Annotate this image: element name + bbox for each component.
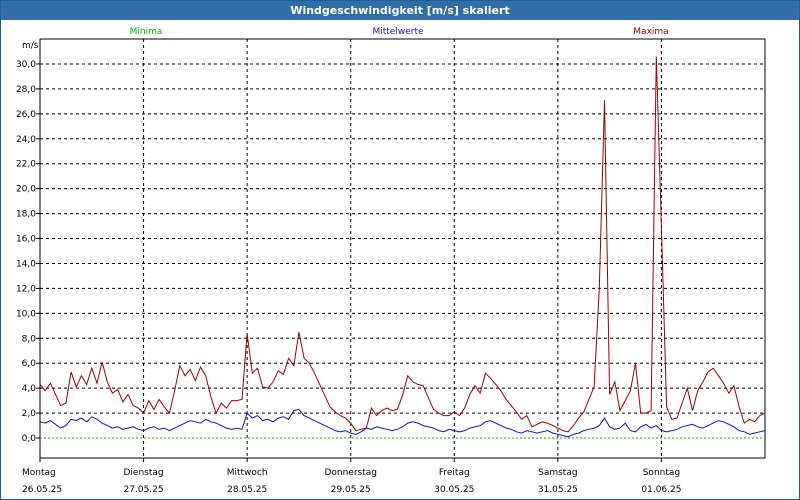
day-name-label: Freitag — [439, 468, 470, 478]
day-name-label: Dienstag — [124, 468, 164, 478]
y-tick-label: 6,0 — [22, 359, 37, 369]
day-name-label: Mittwoch — [227, 468, 268, 478]
wind-speed-chart: 0,0 2,0 4,0 6,0 8,0 10,0 12,0 14,0 16,0 18,0 20,0 2… — [16, 27, 766, 495]
day-date-label: 27.05.25 — [124, 485, 164, 495]
y-tick-label: 18,0 — [16, 210, 36, 220]
day-name-label: Samstag — [538, 468, 577, 478]
day-name-label: Donnerstag — [324, 468, 377, 478]
y-tick-label: 8,0 — [22, 334, 37, 344]
y-tick-label: 16,0 — [16, 235, 36, 245]
day-date-label: 01.06.25 — [641, 485, 681, 495]
y-tick-label: 14,0 — [16, 259, 36, 269]
day-date-label: 28.05.25 — [227, 485, 267, 495]
legend-maxima: Maxima — [633, 27, 668, 37]
y-tick-label: 20,0 — [16, 185, 36, 195]
legend-mittelwerte: Mittelwerte — [372, 27, 423, 37]
series-line-maxima — [39, 56, 766, 433]
y-axis-label: m/s — [22, 41, 39, 51]
day-date-label: 31.05.25 — [538, 485, 578, 495]
y-tick-label: 0,0 — [22, 434, 37, 444]
y-tick-label: 4,0 — [22, 384, 37, 394]
x-axis-days: Montag 26.05.25 Dienstag 27.05.25 Mittwoch 28… — [22, 458, 681, 495]
day-date-label: 26.05.25 — [22, 485, 62, 495]
y-tick-label: 30,0 — [16, 60, 36, 70]
day-name-label: Sonntag — [643, 468, 680, 478]
y-tick-label: 22,0 — [16, 160, 36, 170]
y-tick-label: 28,0 — [16, 85, 36, 95]
y-tick-label: 10,0 — [16, 309, 36, 319]
day-name-label: Montag — [22, 468, 56, 478]
day-date-label: 30.05.25 — [434, 485, 474, 495]
y-tick-label: 2,0 — [22, 409, 37, 419]
y-tick-label: 12,0 — [16, 284, 36, 294]
day-date-label: 29.05.25 — [331, 485, 371, 495]
legend: Minima Mittelwerte Maxima — [130, 27, 669, 37]
legend-minima: Minima — [130, 27, 163, 37]
y-tick-label: 24,0 — [16, 135, 36, 145]
y-tick-label: 26,0 — [16, 110, 36, 120]
y-axis-ticks: 0,0 2,0 4,0 6,0 8,0 10,0 12,0 14,0 16,0 18,0 20,0 2… — [16, 60, 40, 444]
